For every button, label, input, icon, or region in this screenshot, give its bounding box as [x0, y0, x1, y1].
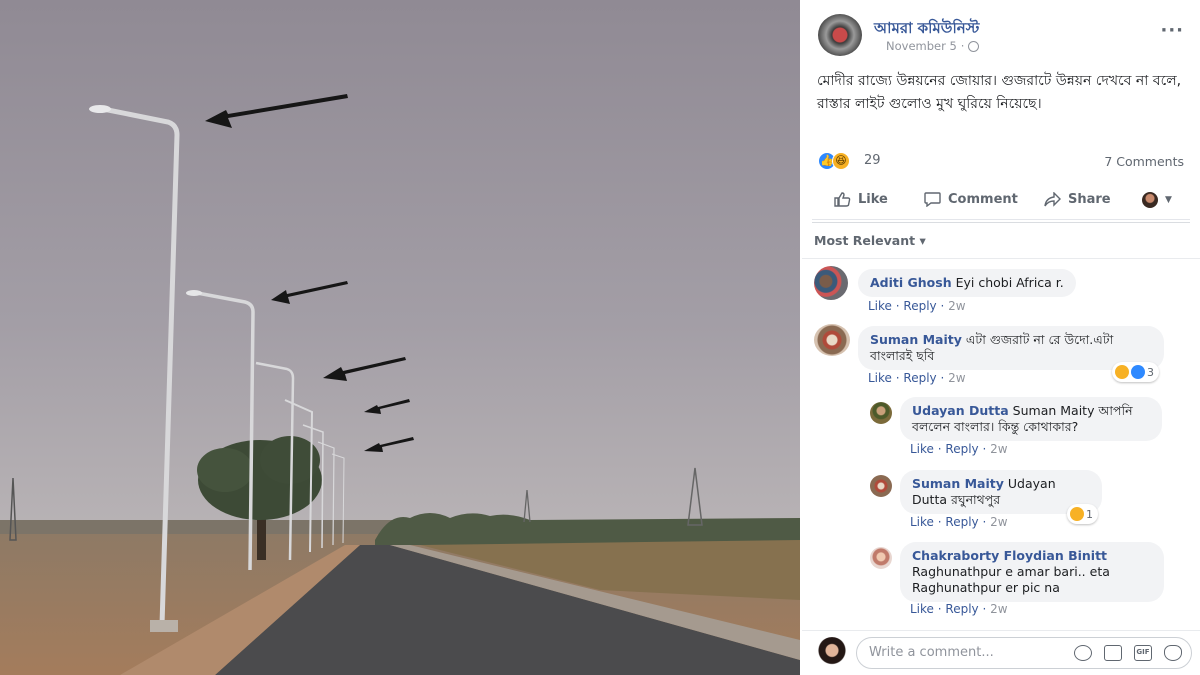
comment-actions: Like · Reply · 2w: [868, 299, 966, 313]
thumbs-up-icon: [834, 192, 851, 207]
comment-text: Eyi chobi Africa r.: [955, 275, 1064, 290]
post-panel: আমরা কমিউনিস্ট November 5 · ··· মোদীর রা…: [802, 0, 1200, 675]
reply-item: Chakraborty Floydian Binitt Raghunathpur …: [870, 542, 1190, 620]
comment-bubble: Aditi Ghosh Eyi chobi Africa r.: [858, 269, 1076, 297]
sticker-icon[interactable]: [1164, 645, 1182, 661]
replier-avatar[interactable]: [870, 547, 892, 569]
post-photo[interactable]: [0, 0, 800, 675]
reply-time[interactable]: 2w: [990, 442, 1007, 456]
post-date[interactable]: November 5: [886, 39, 957, 53]
post-text: মোদীর রাজ্যে উন্নয়নের জোয়ার। গুজরাটে উ…: [817, 73, 1182, 112]
reply-actions: Like · Reply · 2w: [910, 515, 1008, 529]
user-avatar-icon: [1142, 192, 1158, 208]
comment-reactions[interactable]: 3: [1112, 362, 1159, 382]
comment-item: Suman Maity এটা গুজরাট না রে উদো.এটা বাংল…: [814, 324, 1194, 390]
comments-count[interactable]: 7 Comments: [1104, 154, 1184, 169]
post-header: আমরা কমিউনিস্ট November 5 · ···: [818, 14, 1190, 58]
composer-icons: GIF: [1074, 645, 1182, 661]
reply-bubble: Chakraborty Floydian Binitt Raghunathpur …: [900, 542, 1164, 602]
reply-author[interactable]: Udayan Dutta: [912, 403, 1009, 418]
comment-author[interactable]: Suman Maity: [870, 332, 962, 347]
commenter-avatar[interactable]: [814, 324, 850, 356]
reply-item: Udayan Dutta Suman Maity আপনি বললেন বাংলা…: [870, 397, 1190, 463]
chevron-down-icon: ▼: [1165, 195, 1172, 205]
comment-reaction-count: 3: [1147, 365, 1154, 379]
post-meta: November 5 ·: [886, 39, 980, 53]
street-lights-photo: [0, 0, 800, 675]
reply-like-link[interactable]: Like: [910, 515, 934, 529]
comment-button[interactable]: Comment: [924, 192, 1018, 207]
comment-time[interactable]: 2w: [948, 371, 965, 385]
reply-reaction-count: 1: [1086, 507, 1093, 521]
reply-bubble: Udayan Dutta Suman Maity আপনি বললেন বাংলা…: [900, 397, 1162, 441]
reactions-bar[interactable]: 👍 😆 29 7 Comments: [818, 150, 1184, 172]
emoji-icon[interactable]: [1074, 645, 1092, 661]
comment-like-link[interactable]: Like: [868, 371, 892, 385]
replier-avatar[interactable]: [870, 402, 892, 424]
haha-reaction-icon: 😆: [832, 152, 850, 170]
reply-time[interactable]: 2w: [990, 515, 1007, 529]
comment-composer: Write a comment... GIF: [802, 630, 1200, 675]
page-avatar[interactable]: [818, 14, 862, 56]
comment-label: Comment: [948, 192, 1018, 207]
like-reaction-icon: [1131, 365, 1145, 379]
comment-filter[interactable]: Most Relevant ▾: [814, 233, 926, 248]
reply-text: Raghunathpur e amar bari.. eta Raghunath…: [912, 564, 1110, 595]
reply-reply-link[interactable]: Reply: [945, 602, 978, 616]
current-user-avatar[interactable]: [816, 637, 848, 669]
camera-icon[interactable]: [1104, 645, 1122, 661]
share-label: Share: [1068, 192, 1111, 207]
reaction-count[interactable]: 29: [864, 153, 881, 168]
reaction-audience-selector[interactable]: ▼: [1142, 192, 1172, 208]
reply-like-link[interactable]: Like: [910, 602, 934, 616]
divider: [802, 258, 1200, 259]
haha-reaction-icon: [1115, 365, 1129, 379]
comment-reply-link[interactable]: Reply: [903, 371, 936, 385]
comment-like-link[interactable]: Like: [868, 299, 892, 313]
reply-reply-link[interactable]: Reply: [945, 515, 978, 529]
comment-actions: Like · Reply · 2w: [868, 371, 966, 385]
reply-item: Suman Maity Udayan Dutta রঘুনাথপুর 1 Like…: [870, 470, 1190, 534]
reply-time[interactable]: 2w: [990, 602, 1007, 616]
reply-like-link[interactable]: Like: [910, 442, 934, 456]
divider: [812, 222, 1190, 223]
commenter-avatar[interactable]: [814, 266, 848, 300]
replier-avatar[interactable]: [870, 475, 892, 497]
separator-dot: ·: [960, 39, 965, 53]
comment-item: Aditi Ghosh Eyi chobi Africa r. Like · Re…: [814, 266, 1194, 318]
globe-icon: [968, 40, 980, 52]
reply-reply-link[interactable]: Reply: [945, 442, 978, 456]
post-actions: Like Comment Share ▼: [812, 186, 1190, 220]
reply-actions: Like · Reply · 2w: [910, 602, 1008, 616]
share-button[interactable]: Share: [1044, 192, 1111, 207]
comment-time[interactable]: 2w: [948, 299, 965, 313]
reply-reactions[interactable]: 1: [1067, 504, 1098, 524]
more-options-icon[interactable]: ···: [1160, 20, 1184, 41]
like-label: Like: [858, 192, 888, 207]
gif-icon[interactable]: GIF: [1134, 645, 1152, 661]
reply-author[interactable]: Chakraborty Floydian Binitt: [912, 548, 1148, 564]
comment-author[interactable]: Aditi Ghosh: [870, 275, 952, 290]
haha-reaction-icon: [1070, 507, 1084, 521]
reply-author[interactable]: Suman Maity: [912, 476, 1004, 491]
speech-bubble-icon: [924, 192, 941, 207]
reply-actions: Like · Reply · 2w: [910, 442, 1008, 456]
comment-reply-link[interactable]: Reply: [903, 299, 936, 313]
share-arrow-icon: [1044, 192, 1061, 207]
like-button[interactable]: Like: [834, 192, 888, 207]
